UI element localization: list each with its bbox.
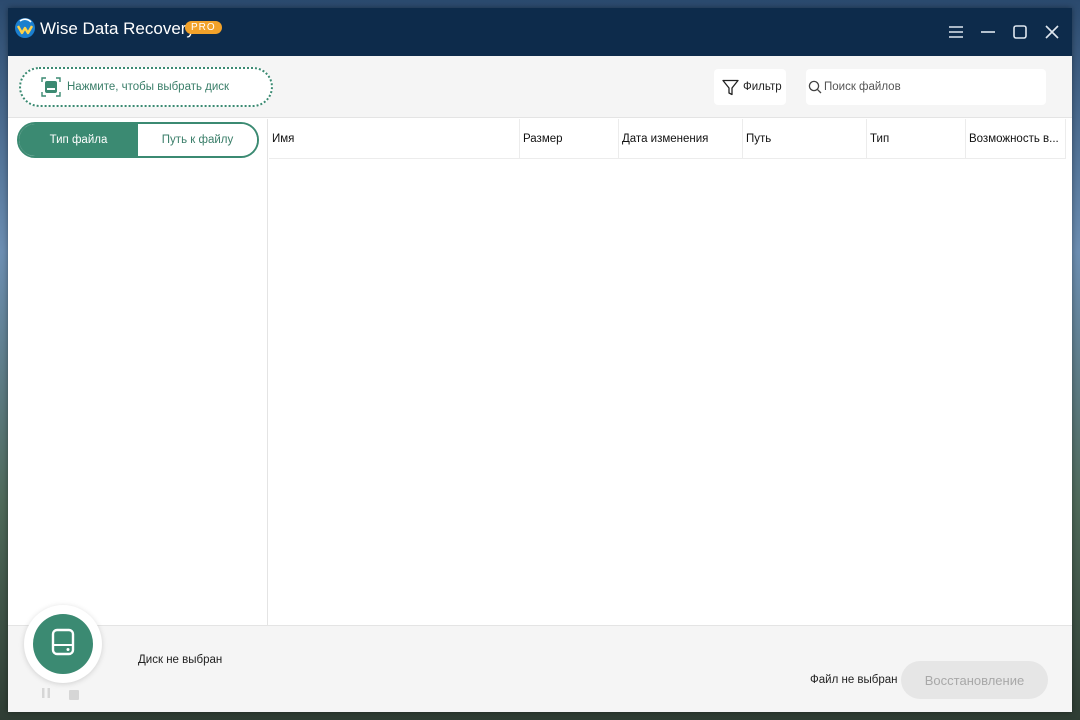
column-header-path[interactable]: Путь [743, 119, 867, 159]
status-bar: Диск не выбран Файл не выбран Восстановл… [8, 605, 1072, 712]
minimize-button[interactable] [976, 20, 1000, 44]
search-box[interactable] [806, 69, 1046, 105]
restore-button[interactable]: Восстановление [901, 661, 1048, 699]
filter-label: Фильтр [743, 81, 782, 93]
disk-status-text: Диск не выбран [138, 654, 223, 666]
column-header-type[interactable]: Тип [867, 119, 966, 159]
pause-icon[interactable] [41, 686, 51, 704]
tab-file-path[interactable]: Путь к файлу [138, 124, 257, 156]
app-window: Wise Data Recovery PRO Нажмите, чтобы вы… [8, 8, 1072, 712]
hard-drive-icon [48, 627, 78, 662]
app-title: Wise Data Recovery [40, 19, 195, 38]
file-status-text: Файл не выбран [810, 674, 898, 686]
column-header-size[interactable]: Размер [520, 119, 619, 159]
close-button[interactable] [1040, 20, 1064, 44]
view-tab-switch: Тип файла Путь к файлу [17, 122, 259, 158]
app-logo-icon [14, 17, 36, 39]
column-header-name[interactable]: Имя [269, 119, 520, 159]
left-panel: Тип файла Путь к файлу [8, 119, 268, 625]
menu-icon [948, 25, 964, 39]
filter-button[interactable]: Фильтр [714, 69, 786, 105]
pro-badge: PRO [185, 21, 222, 34]
disk-icon [41, 77, 61, 102]
tab-file-type[interactable]: Тип файла [19, 124, 138, 156]
column-header-date-modified[interactable]: Дата изменения [619, 119, 743, 159]
select-disk-button[interactable]: Нажмите, чтобы выбрать диск [19, 67, 273, 107]
scan-disk-circle [33, 614, 93, 674]
scan-disk-button[interactable] [24, 605, 102, 683]
filter-icon [722, 79, 739, 101]
table-header: Имя Размер Дата изменения Путь Тип Возмо… [269, 119, 1066, 159]
minimize-icon [980, 25, 996, 39]
maximize-icon [1012, 24, 1028, 40]
close-icon [1044, 24, 1060, 40]
select-disk-label: Нажмите, чтобы выбрать диск [67, 81, 230, 93]
title-bar: Wise Data Recovery PRO [8, 8, 1072, 56]
search-icon [808, 80, 822, 99]
menu-button[interactable] [944, 20, 968, 44]
stop-icon[interactable] [69, 687, 79, 705]
file-table: Имя Размер Дата изменения Путь Тип Возмо… [269, 119, 1072, 625]
column-header-recoverability[interactable]: Возможность в... [966, 119, 1066, 159]
maximize-button[interactable] [1008, 20, 1032, 44]
toolbar: Нажмите, чтобы выбрать диск Фильтр [8, 56, 1072, 118]
search-input[interactable] [824, 77, 1039, 97]
